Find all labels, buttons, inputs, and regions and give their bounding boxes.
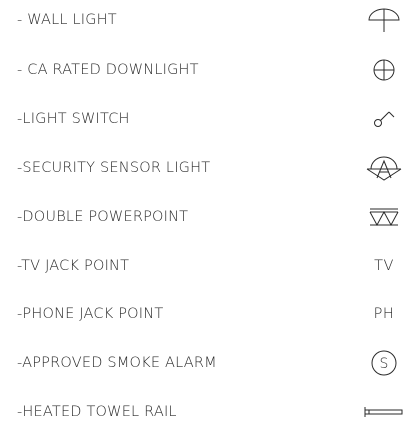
smoke-alarm-icon: S	[360, 348, 408, 378]
heated-towel-rail-icon	[360, 397, 408, 427]
phone-jack-symbol: PH	[360, 299, 408, 329]
legend-row-tv-jack-point: -TV JACK POINT TV	[0, 241, 408, 290]
legend-row-security-sensor-light: -SECURITY SENSOR LIGHT	[0, 143, 408, 192]
legend-row-heated-towel-rail: -HEATED TOWEL RAIL	[0, 387, 408, 436]
legend-row-phone-jack-point: -PHONE JACK POINT PH	[0, 289, 408, 338]
legend-row-double-powerpoint: -DOUBLE POWERPOINT	[0, 192, 408, 241]
legend-label: -APPROVED SMOKE ALARM	[17, 354, 217, 371]
legend-row-downlight: - CA RATED DOWNLIGHT	[0, 45, 408, 94]
legend-label: - CA RATED DOWNLIGHT	[17, 61, 199, 78]
legend-label: -HEATED TOWEL RAIL	[17, 403, 177, 420]
legend-label: -TV JACK POINT	[17, 257, 130, 274]
electrical-legend: - WALL LIGHT - CA RATED DOWNLIGHT -LIGHT…	[0, 0, 408, 423]
legend-label: -LIGHT SWITCH	[17, 110, 130, 127]
downlight-icon	[360, 55, 408, 85]
legend-row-wall-light: - WALL LIGHT	[0, 0, 408, 44]
light-switch-icon	[360, 104, 408, 134]
tv-jack-symbol: TV	[360, 251, 408, 281]
legend-label: - WALL LIGHT	[17, 11, 117, 28]
phone-jack-symbol-text: PH	[373, 305, 395, 322]
double-powerpoint-icon	[360, 202, 408, 232]
smoke-alarm-letter: S	[380, 356, 389, 372]
legend-label: -SECURITY SENSOR LIGHT	[17, 159, 211, 176]
legend-row-smoke-alarm: -APPROVED SMOKE ALARM S	[0, 338, 408, 387]
tv-jack-symbol-text: TV	[374, 257, 394, 274]
legend-label: -DOUBLE POWERPOINT	[17, 208, 189, 225]
security-sensor-light-icon	[360, 153, 408, 183]
legend-label: -PHONE JACK POINT	[17, 305, 164, 322]
wall-light-icon	[360, 5, 408, 35]
legend-row-light-switch: -LIGHT SWITCH	[0, 94, 408, 143]
